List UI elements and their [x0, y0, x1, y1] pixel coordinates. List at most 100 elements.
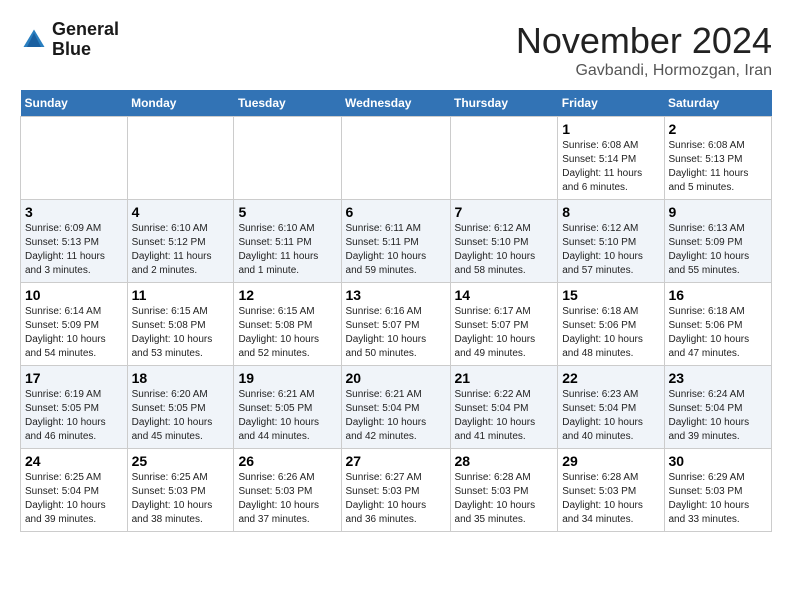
calendar-cell: 19Sunrise: 6:21 AM Sunset: 5:05 PM Dayli… [234, 366, 341, 449]
day-number: 15 [562, 287, 659, 303]
day-number: 14 [455, 287, 554, 303]
calendar-cell: 20 Sunrise: 6:21 AM Sunset: 5:04 PM Dayli… [341, 366, 450, 449]
day-number: 6 [346, 204, 446, 220]
day-number: 24 [25, 453, 123, 469]
calendar-cell: 17 Sunrise: 6:19 AM Sunset: 5:05 PM Dayli… [21, 366, 128, 449]
day-info: Sunrise: 6:22 AM Sunset: 5:04 PM Dayligh… [455, 388, 554, 444]
weekday-header: Friday [558, 90, 664, 117]
calendar-cell: 25 Sunrise: 6:25 AM Sunset: 5:03 PM Dayli… [127, 449, 234, 532]
weekday-header: Tuesday [234, 90, 341, 117]
logo: General Blue [20, 20, 119, 60]
calendar-cell: 10 Sunrise: 6:14 AM Sunset: 5:09 PM Dayli… [21, 283, 128, 366]
day-info: Sunrise: 6:08 AM Sunset: 5:14 PM Dayligh… [562, 139, 659, 195]
calendar-cell: 14 Sunrise: 6:17 AM Sunset: 5:07 PM Dayli… [450, 283, 558, 366]
day-info: Sunrise: 6:26 AM Sunset: 5:03 PM Dayligh… [238, 471, 336, 527]
day-info: Sunrise: 6:10 AM Sunset: 5:12 PM Dayligh… [132, 222, 230, 278]
day-info: Sunrise: 6:27 AM Sunset: 5:03 PM Dayligh… [346, 471, 446, 527]
calendar-cell: 22Sunrise: 6:23 AM Sunset: 5:04 PM Dayli… [558, 366, 664, 449]
day-info: Sunrise: 6:10 AM Sunset: 5:11 PM Dayligh… [238, 222, 336, 278]
day-number: 8 [562, 204, 659, 220]
calendar-cell: 4 Sunrise: 6:10 AM Sunset: 5:12 PM Daylig… [127, 200, 234, 283]
day-number: 7 [455, 204, 554, 220]
calendar-cell: 30 Sunrise: 6:29 AM Sunset: 5:03 PM Dayli… [664, 449, 772, 532]
calendar-header-row: SundayMondayTuesdayWednesdayThursdayFrid… [21, 90, 772, 117]
day-number: 12 [238, 287, 336, 303]
day-number: 25 [132, 453, 230, 469]
day-info: Sunrise: 6:12 AM Sunset: 5:10 PM Dayligh… [562, 222, 659, 278]
day-info: Sunrise: 6:25 AM Sunset: 5:03 PM Dayligh… [132, 471, 230, 527]
calendar-cell: 6 Sunrise: 6:11 AM Sunset: 5:11 PM Daylig… [341, 200, 450, 283]
day-info: Sunrise: 6:21 AM Sunset: 5:04 PM Dayligh… [346, 388, 446, 444]
day-info: Sunrise: 6:25 AM Sunset: 5:04 PM Dayligh… [25, 471, 123, 527]
day-info: Sunrise: 6:14 AM Sunset: 5:09 PM Dayligh… [25, 305, 123, 361]
day-number: 29 [562, 453, 659, 469]
day-number: 10 [25, 287, 123, 303]
day-info: Sunrise: 6:19 AM Sunset: 5:05 PM Dayligh… [25, 388, 123, 444]
day-number: 2 [669, 121, 768, 137]
day-number: 22 [562, 370, 659, 386]
day-info: Sunrise: 6:15 AM Sunset: 5:08 PM Dayligh… [238, 305, 336, 361]
day-number: 26 [238, 453, 336, 469]
day-number: 20 [346, 370, 446, 386]
page-header: General Blue November 2024 Gavbandi, Hor… [20, 20, 772, 80]
day-info: Sunrise: 6:29 AM Sunset: 5:03 PM Dayligh… [669, 471, 768, 527]
logo-icon [20, 26, 48, 54]
calendar-cell: 13 Sunrise: 6:16 AM Sunset: 5:07 PM Dayli… [341, 283, 450, 366]
day-info: Sunrise: 6:18 AM Sunset: 5:06 PM Dayligh… [669, 305, 768, 361]
calendar-cell: 2 Sunrise: 6:08 AM Sunset: 5:13 PM Daylig… [664, 117, 772, 200]
day-number: 16 [669, 287, 768, 303]
day-number: 27 [346, 453, 446, 469]
calendar-cell: 12 Sunrise: 6:15 AM Sunset: 5:08 PM Dayli… [234, 283, 341, 366]
day-number: 18 [132, 370, 230, 386]
weekday-header: Monday [127, 90, 234, 117]
calendar-table: SundayMondayTuesdayWednesdayThursdayFrid… [20, 90, 772, 532]
day-info: Sunrise: 6:13 AM Sunset: 5:09 PM Dayligh… [669, 222, 768, 278]
calendar-cell [341, 117, 450, 200]
day-number: 3 [25, 204, 123, 220]
day-info: Sunrise: 6:20 AM Sunset: 5:05 PM Dayligh… [132, 388, 230, 444]
calendar-week-row: 24 Sunrise: 6:25 AM Sunset: 5:04 PM Dayli… [21, 449, 772, 532]
day-info: Sunrise: 6:12 AM Sunset: 5:10 PM Dayligh… [455, 222, 554, 278]
day-number: 23 [669, 370, 768, 386]
day-number: 19 [238, 370, 336, 386]
calendar-week-row: 3 Sunrise: 6:09 AM Sunset: 5:13 PM Daylig… [21, 200, 772, 283]
day-info: Sunrise: 6:28 AM Sunset: 5:03 PM Dayligh… [562, 471, 659, 527]
day-number: 21 [455, 370, 554, 386]
day-info: Sunrise: 6:28 AM Sunset: 5:03 PM Dayligh… [455, 471, 554, 527]
weekday-header: Sunday [21, 90, 128, 117]
calendar-cell: 26 Sunrise: 6:26 AM Sunset: 5:03 PM Dayli… [234, 449, 341, 532]
day-number: 28 [455, 453, 554, 469]
month-title: November 2024 [516, 20, 772, 62]
calendar-cell [21, 117, 128, 200]
calendar-cell: 7 Sunrise: 6:12 AM Sunset: 5:10 PM Daylig… [450, 200, 558, 283]
calendar-cell: 5 Sunrise: 6:10 AM Sunset: 5:11 PM Daylig… [234, 200, 341, 283]
calendar-cell: 16 Sunrise: 6:18 AM Sunset: 5:06 PM Dayli… [664, 283, 772, 366]
calendar-week-row: 1 Sunrise: 6:08 AM Sunset: 5:14 PM Daylig… [21, 117, 772, 200]
day-info: Sunrise: 6:09 AM Sunset: 5:13 PM Dayligh… [25, 222, 123, 278]
day-info: Sunrise: 6:15 AM Sunset: 5:08 PM Dayligh… [132, 305, 230, 361]
title-area: November 2024 Gavbandi, Hormozgan, Iran [516, 20, 772, 80]
day-number: 17 [25, 370, 123, 386]
weekday-header: Wednesday [341, 90, 450, 117]
day-number: 1 [562, 121, 659, 137]
logo-text: General Blue [52, 20, 119, 60]
calendar-cell [234, 117, 341, 200]
calendar-cell: 1 Sunrise: 6:08 AM Sunset: 5:14 PM Daylig… [558, 117, 664, 200]
day-number: 30 [669, 453, 768, 469]
day-info: Sunrise: 6:08 AM Sunset: 5:13 PM Dayligh… [669, 139, 768, 195]
day-number: 9 [669, 204, 768, 220]
calendar-cell [450, 117, 558, 200]
day-info: Sunrise: 6:17 AM Sunset: 5:07 PM Dayligh… [455, 305, 554, 361]
day-number: 5 [238, 204, 336, 220]
calendar-cell: 24 Sunrise: 6:25 AM Sunset: 5:04 PM Dayli… [21, 449, 128, 532]
day-info: Sunrise: 6:24 AM Sunset: 5:04 PM Dayligh… [669, 388, 768, 444]
day-info: Sunrise: 6:11 AM Sunset: 5:11 PM Dayligh… [346, 222, 446, 278]
day-info: Sunrise: 6:16 AM Sunset: 5:07 PM Dayligh… [346, 305, 446, 361]
day-number: 13 [346, 287, 446, 303]
calendar-cell: 8 Sunrise: 6:12 AM Sunset: 5:10 PM Daylig… [558, 200, 664, 283]
calendar-cell: 29 Sunrise: 6:28 AM Sunset: 5:03 PM Dayli… [558, 449, 664, 532]
day-info: Sunrise: 6:18 AM Sunset: 5:06 PM Dayligh… [562, 305, 659, 361]
day-number: 4 [132, 204, 230, 220]
calendar-cell: 15 Sunrise: 6:18 AM Sunset: 5:06 PM Dayli… [558, 283, 664, 366]
weekday-header: Thursday [450, 90, 558, 117]
